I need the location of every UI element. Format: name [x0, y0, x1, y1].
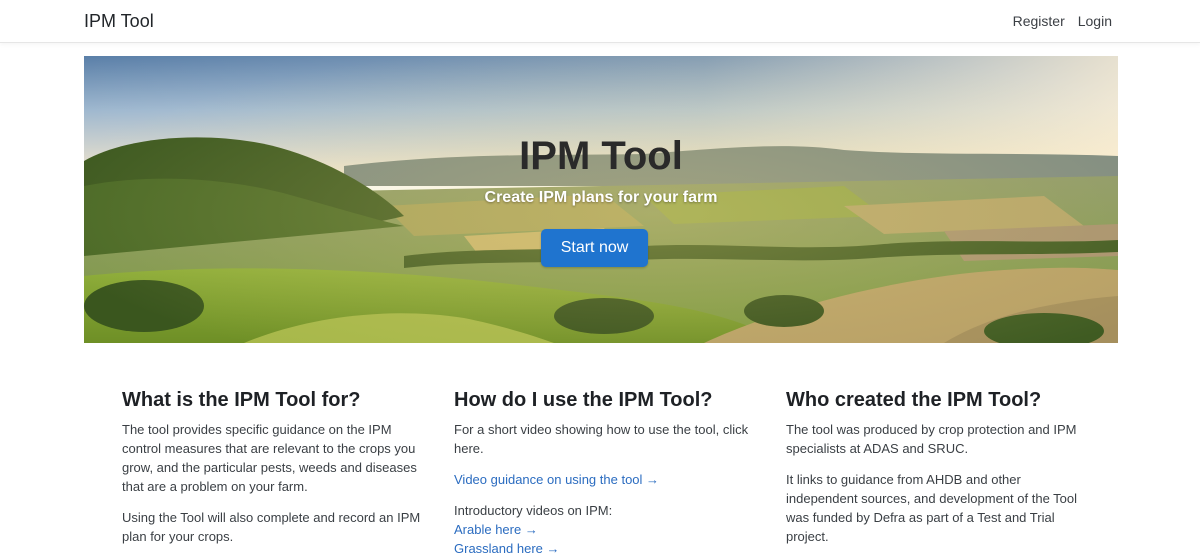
who-created-paragraph-1: The tool was produced by crop protection…	[786, 422, 1077, 456]
login-link[interactable]: Login	[1078, 13, 1112, 29]
nav-links: Register Login	[1013, 13, 1112, 29]
arable-video-link[interactable]: Arable here →	[454, 520, 754, 539]
grassland-video-link[interactable]: Grassland here →	[454, 539, 754, 558]
hero-title: IPM Tool	[519, 134, 683, 178]
what-is-heading: What is the IPM Tool for?	[122, 389, 361, 411]
who-created-section: Who created the IPM Tool? The tool was p…	[786, 388, 1086, 558]
how-to-use-heading: How do I use the IPM Tool?	[454, 389, 713, 411]
video-guidance-link[interactable]: Video guidance on using the tool →	[454, 472, 659, 487]
register-link[interactable]: Register	[1013, 13, 1065, 29]
intro-videos-label: Introductory videos on IPM:	[454, 503, 613, 518]
what-is-paragraph-2: Using the Tool will also complete and re…	[122, 510, 421, 544]
start-now-button[interactable]: Start now	[541, 229, 648, 267]
what-is-paragraph-1: The tool provides specific guidance on t…	[122, 422, 417, 494]
hero-subtitle: Create IPM plans for your farm	[484, 189, 718, 206]
who-created-paragraph-2: It links to guidance from AHDB and other…	[786, 472, 1078, 544]
top-navbar: IPM Tool Register Login	[0, 0, 1200, 43]
how-to-use-intro: For a short video showing how to use the…	[454, 422, 749, 456]
hero-banner: IPM Tool Create IPM plans for your farm …	[84, 56, 1118, 343]
what-is-section: What is the IPM Tool for? The tool provi…	[122, 388, 422, 558]
video-guidance-block: Video guidance on using the tool →	[454, 470, 754, 489]
who-created-heading: Who created the IPM Tool?	[786, 389, 1042, 411]
how-to-use-section: How do I use the IPM Tool? For a short v…	[454, 388, 754, 558]
brand-link[interactable]: IPM Tool	[84, 11, 154, 32]
intro-videos-block: Introductory videos on IPM: Arable here …	[454, 501, 754, 558]
